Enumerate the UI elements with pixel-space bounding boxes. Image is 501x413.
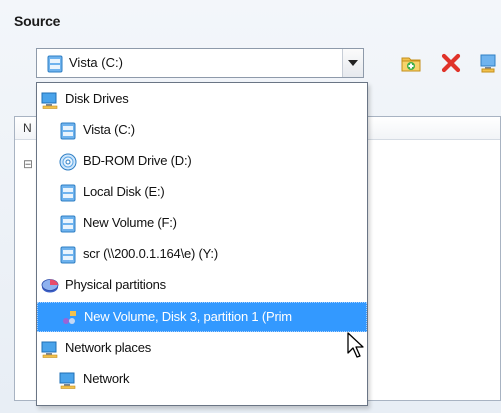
list-item-label: Disk Drives [65,91,129,106]
mouse-cursor-icon [347,332,367,360]
list-item-vista-c[interactable]: Vista (C:) [37,116,367,146]
dropdown-arrow-button[interactable] [342,49,363,77]
list-item-label: Physical partitions [65,277,166,292]
list-item-label: Network places [65,340,152,355]
section-title: Source [14,13,61,29]
network-drive-icon [59,246,77,264]
drive-icon [59,122,77,140]
list-item-label: New Volume (F:) [83,215,177,230]
list-item-disk-drives[interactable]: Disk Drives [37,85,367,115]
tree-expander-icon[interactable]: ⊟ [23,157,33,171]
list-item-network[interactable]: Network [37,365,367,395]
combo-selected-value: Vista (C:) [69,55,123,70]
column-header: N [23,121,32,135]
computer-icon [41,91,59,109]
list-item-new-volume-f[interactable]: New Volume (F:) [37,209,367,239]
list-item-label: Network [83,371,130,386]
drive-icon [47,55,63,78]
chevron-down-icon [348,60,358,66]
list-item-local-disk-e[interactable]: Local Disk (E:) [37,178,367,208]
list-item-label: Local Disk (E:) [83,184,165,199]
source-panel: Source Vista (C:) N ⊟ Disk Drives Vista … [0,0,501,413]
computer-icon [59,371,77,389]
partition-icon [60,309,78,327]
list-item-bd-rom-d[interactable]: BD-ROM Drive (D:) [37,147,367,177]
list-item-label: scr (\\200.0.1.164\e) (Y:) [83,246,218,261]
list-item-label: New Volume, Disk 3, partition 1 (Prim [84,309,292,324]
optical-drive-icon [59,153,77,171]
partition-disk-icon [41,277,59,295]
list-item-scr-network-y[interactable]: scr (\\200.0.1.164\e) (Y:) [37,240,367,270]
source-combobox[interactable]: Vista (C:) [36,48,364,78]
drive-icon [59,215,77,233]
list-item-network-places[interactable]: Network places [37,334,367,364]
list-item-label: BD-ROM Drive (D:) [83,153,192,168]
list-item-physical-partitions[interactable]: Physical partitions [37,271,367,301]
computer-icon [41,340,59,358]
add-folder-icon[interactable] [400,52,422,74]
source-dropdown-list[interactable]: Disk Drives Vista (C:) BD-ROM Drive (D:)… [36,82,368,406]
list-item-label: Vista (C:) [83,122,135,137]
network-icon[interactable] [478,52,500,74]
drive-icon [59,184,77,202]
delete-icon[interactable] [440,52,462,74]
list-item-new-volume-disk3-partition1[interactable]: New Volume, Disk 3, partition 1 (Prim [37,302,367,332]
